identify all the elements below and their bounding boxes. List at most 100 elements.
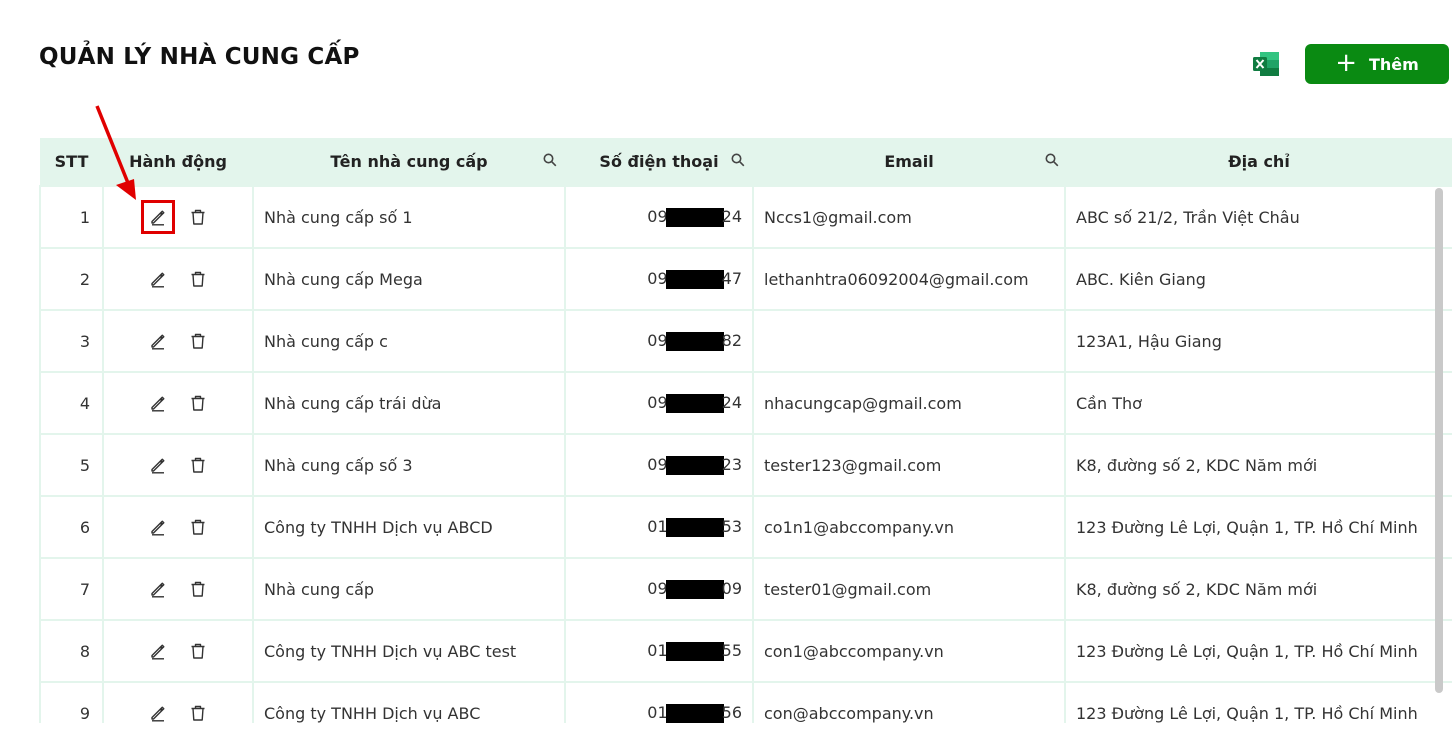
phone-suffix: 56	[721, 703, 742, 722]
cell-actions	[102, 433, 254, 497]
phone-prefix: 01	[647, 517, 668, 536]
cell-phone: 09 23	[564, 433, 754, 497]
redacted-block	[665, 208, 724, 227]
table-row: 3 Nhà cung cấp c 09 82 123A1, Hậu Giang	[39, 309, 1452, 373]
edit-icon[interactable]	[141, 572, 175, 606]
trash-icon[interactable]	[181, 572, 215, 606]
page-title: QUẢN LÝ NHÀ CUNG CẤP	[39, 44, 360, 70]
table-row: 5 Nhà cung cấp số 3 09 23 tester123@gmail.co…	[39, 433, 1452, 497]
cell-address: 123 Đường Lê Lợi, Quận 1, TP. Hồ Chí Min…	[1064, 495, 1452, 559]
cell-email: Nccs1@gmail.com	[752, 185, 1066, 249]
cell-stt: 4	[39, 371, 104, 435]
cell-stt: 1	[39, 185, 104, 249]
cell-name: Nhà cung cấp số 1	[252, 185, 566, 249]
table-row: 7 Nhà cung cấp 09 09 tester01@gmail.com K8, đ…	[39, 557, 1452, 621]
cell-name: Nhà cung cấp Mega	[252, 247, 566, 311]
table-body: 1 Nhà cung cấp số 1 09 24 Nccs1@gmail.com ABC…	[39, 185, 1452, 723]
cell-name: Nhà cung cấp c	[252, 309, 566, 373]
redacted-block	[665, 394, 724, 413]
cell-phone: 09 24	[564, 371, 754, 435]
cell-name: Nhà cung cấp trái dừa	[252, 371, 566, 435]
cell-address: 123 Đường Lê Lợi, Quận 1, TP. Hồ Chí Min…	[1064, 681, 1452, 723]
cell-email: con1@abccompany.vn	[752, 619, 1066, 683]
supplier-table-container: STT Hành động Tên nhà cung cấp Số điện t…	[39, 138, 1452, 723]
trash-icon[interactable]	[181, 634, 215, 668]
redacted-block	[665, 270, 724, 289]
cell-actions	[102, 681, 254, 723]
cell-email: lethanhtra06092004@gmail.com	[752, 247, 1066, 311]
cell-email: con@abccompany.vn	[752, 681, 1066, 723]
cell-actions	[102, 247, 254, 311]
cell-stt: 7	[39, 557, 104, 621]
table-row: 1 Nhà cung cấp số 1 09 24 Nccs1@gmail.com ABC…	[39, 185, 1452, 249]
cell-stt: 6	[39, 495, 104, 559]
cell-actions	[102, 185, 254, 249]
trash-icon[interactable]	[181, 386, 215, 420]
cell-phone: 01 56	[564, 681, 754, 723]
cell-phone: 01 53	[564, 495, 754, 559]
column-header-actions: Hành động	[129, 152, 227, 171]
vertical-scrollbar[interactable]	[1435, 188, 1443, 693]
redacted-block	[665, 580, 724, 599]
cell-address: 123A1, Hậu Giang	[1064, 309, 1452, 373]
trash-icon[interactable]	[181, 200, 215, 234]
edit-icon[interactable]	[141, 324, 175, 358]
search-icon[interactable]	[731, 153, 745, 167]
redacted-block	[665, 518, 724, 537]
table-row: 9 Công ty TNHH Dịch vụ ABC 01 56 con@abccomp…	[39, 681, 1452, 723]
excel-icon[interactable]	[1252, 51, 1280, 77]
cell-phone: 09 24	[564, 185, 754, 249]
redacted-block	[665, 704, 724, 723]
phone-prefix: 09	[647, 393, 668, 412]
phone-suffix: 53	[721, 517, 742, 536]
phone-prefix: 09	[647, 269, 668, 288]
redacted-block	[665, 456, 724, 475]
phone-prefix: 01	[647, 641, 668, 660]
redacted-block	[665, 642, 724, 661]
phone-suffix: 82	[721, 331, 742, 350]
cell-phone: 09 82	[564, 309, 754, 373]
column-header-stt: STT	[54, 152, 89, 171]
cell-phone: 01 55	[564, 619, 754, 683]
table-row: 8 Công ty TNHH Dịch vụ ABC test 01 55 con1@a…	[39, 619, 1452, 683]
edit-icon[interactable]	[141, 200, 175, 234]
edit-icon[interactable]	[141, 634, 175, 668]
column-header-phone: Số điện thoại	[565, 138, 753, 186]
search-icon[interactable]	[1045, 153, 1059, 167]
phone-prefix: 09	[647, 207, 668, 226]
cell-name: Công ty TNHH Dịch vụ ABCD	[252, 495, 566, 559]
column-header-name: Tên nhà cung cấp	[253, 138, 565, 186]
trash-icon[interactable]	[181, 696, 215, 723]
cell-stt: 5	[39, 433, 104, 497]
add-button-label: Thêm	[1368, 54, 1419, 74]
cell-address: K8, đường số 2, KDC Năm mới	[1064, 557, 1452, 621]
cell-address: K8, đường số 2, KDC Năm mới	[1064, 433, 1452, 497]
cell-address: ABC số 21/2, Trần Việt Châu	[1064, 185, 1452, 249]
trash-icon[interactable]	[181, 510, 215, 544]
phone-suffix: 09	[721, 579, 742, 598]
redacted-block	[665, 332, 724, 351]
add-button[interactable]: + Thêm	[1305, 44, 1449, 84]
cell-email	[752, 309, 1066, 373]
edit-icon[interactable]	[141, 386, 175, 420]
trash-icon[interactable]	[181, 262, 215, 296]
edit-icon[interactable]	[141, 448, 175, 482]
cell-stt: 9	[39, 681, 104, 723]
phone-prefix: 09	[647, 579, 668, 598]
search-icon[interactable]	[543, 153, 557, 167]
edit-icon[interactable]	[141, 696, 175, 723]
phone-suffix: 55	[721, 641, 742, 660]
phone-prefix: 09	[647, 331, 668, 350]
cell-email: tester123@gmail.com	[752, 433, 1066, 497]
trash-icon[interactable]	[181, 448, 215, 482]
cell-stt: 3	[39, 309, 104, 373]
column-header-address: Địa chỉ	[1228, 152, 1290, 171]
trash-icon[interactable]	[181, 324, 215, 358]
cell-name: Công ty TNHH Dịch vụ ABC test	[252, 619, 566, 683]
edit-icon[interactable]	[141, 510, 175, 544]
cell-name: Nhà cung cấp số 3	[252, 433, 566, 497]
phone-prefix: 01	[647, 703, 668, 722]
edit-icon[interactable]	[141, 262, 175, 296]
cell-phone: 09 47	[564, 247, 754, 311]
cell-address: Cần Thơ	[1064, 371, 1452, 435]
